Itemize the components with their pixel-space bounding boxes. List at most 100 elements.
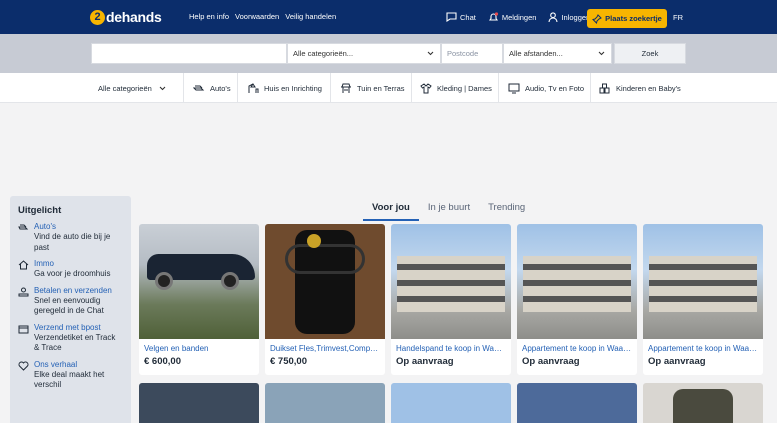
listing-card[interactable]: Velgen en banden € 600,00: [139, 224, 259, 375]
top-header: 2 dehands Help en info Voorwaarden Veili…: [0, 0, 777, 34]
listing-card-partial[interactable]: [265, 383, 385, 423]
sidebar-desc: Elke deal maakt het: [34, 369, 105, 379]
search-input[interactable]: [91, 43, 287, 64]
category-home-label: Huis en Inrichting: [264, 83, 322, 93]
listing-price: Op aanvraag: [648, 356, 706, 367]
sidebar-item-story[interactable]: Ons verhaal Elke deal maakt het verschil: [18, 360, 123, 391]
sidebar-desc: verschil: [34, 380, 62, 389]
car-icon: [18, 224, 29, 230]
listing-price: Op aanvraag: [396, 356, 454, 367]
chat-link[interactable]: Chat: [446, 9, 476, 25]
postcode-input[interactable]: Postcode: [441, 43, 503, 64]
category-audio[interactable]: Audio, Tv en Foto: [499, 73, 591, 103]
distance-select[interactable]: Alle afstanden...: [503, 43, 612, 64]
user-nav: Chat Meldingen Inloggen: [446, 9, 602, 25]
nav-help[interactable]: Help en info: [189, 12, 229, 21]
heart-icon: [18, 361, 29, 371]
listing-price: € 600,00: [144, 356, 181, 367]
listing-image: [517, 224, 637, 339]
tab-nearby[interactable]: In je buurt: [419, 202, 479, 221]
bell-icon: [488, 11, 498, 21]
search-button[interactable]: Zoek: [614, 43, 686, 64]
category-cars[interactable]: Auto's: [184, 73, 238, 103]
language-switch[interactable]: FR: [673, 13, 683, 22]
sidebar-desc: geregeld in de Chat: [34, 306, 104, 315]
sidebar-item-cars[interactable]: Auto's Vind de auto die bij je past: [18, 222, 123, 253]
chevron-down-icon: [598, 51, 605, 56]
listing-card-partial[interactable]: [643, 383, 763, 423]
listing-price: € 750,00: [270, 356, 307, 367]
sidebar-desc: Ga voor je droomhuis: [34, 269, 111, 278]
category-home[interactable]: Huis en Inrichting: [238, 73, 331, 103]
listing-title: Duikset Fles,Trimvest,Computer,...: [270, 344, 385, 353]
listing-card[interactable]: Appartement te koop in Waasmunster Op aa…: [517, 224, 637, 375]
category-select[interactable]: Alle categorieën...: [287, 43, 441, 64]
sidebar-desc: & Trace: [34, 343, 62, 352]
nav-terms[interactable]: Voorwaarden: [235, 12, 279, 21]
featured-sidebar: Uitgelicht Auto's Vind de auto die bij j…: [10, 196, 131, 423]
logo-text: dehands: [106, 9, 162, 25]
sidebar-desc: past: [34, 242, 50, 252]
category-bar: Alle categorieën Auto's Huis en Inrichti…: [0, 73, 777, 103]
category-select-value: Alle categorieën...: [293, 49, 354, 58]
category-cars-label: Auto's: [210, 83, 231, 93]
sidebar-item-immo[interactable]: Immo Ga voor je droomhuis: [18, 259, 123, 280]
chat-icon: [446, 12, 457, 22]
listing-image: [265, 224, 385, 339]
category-garden-label: Tuin en Terras: [357, 83, 405, 93]
category-fashion[interactable]: Kleding | Dames: [412, 73, 499, 103]
sidebar-link-story[interactable]: Ons verhaal: [34, 360, 104, 370]
listing-image: [391, 224, 511, 339]
chevron-down-icon: [159, 86, 166, 91]
category-kids[interactable]: Kinderen en Baby's: [591, 73, 691, 103]
sidebar-link-immo[interactable]: Immo: [34, 259, 110, 269]
category-fashion-label: Kleding | Dames: [437, 83, 492, 93]
sidebar-link-bpost[interactable]: Verzend met bpost: [34, 323, 115, 333]
sidebar-desc: Vind de auto die bij je: [34, 232, 111, 241]
login-label: Inloggen: [561, 12, 591, 22]
sidebar-item-bpost[interactable]: Verzend met bpost Verzendetiket en Track…: [18, 323, 123, 354]
place-ad-button[interactable]: Plaats zoekertje: [587, 9, 667, 28]
sidebar-title: Uitgelicht: [18, 205, 62, 216]
sidebar-link-cars[interactable]: Auto's: [34, 222, 110, 232]
logo[interactable]: 2 dehands: [90, 8, 162, 26]
pin-icon: [592, 13, 602, 24]
tv-icon: [508, 83, 520, 93]
user-icon: [548, 11, 559, 22]
house-icon: [18, 260, 29, 270]
listing-image: [139, 224, 259, 339]
listing-price: Op aanvraag: [522, 356, 580, 367]
tab-for-you[interactable]: Voor jou: [363, 202, 419, 221]
garden-icon: [341, 83, 351, 93]
shipping-icon: [18, 325, 29, 333]
listing-card-partial[interactable]: [139, 383, 259, 423]
listing-card-partial[interactable]: [391, 383, 511, 423]
top-nav: Help en info Voorwaarden Veilig handelen: [189, 12, 336, 21]
payment-icon: [18, 287, 29, 296]
nav-safe-trading[interactable]: Veilig handelen: [285, 12, 336, 21]
category-garden[interactable]: Tuin en Terras: [331, 73, 412, 103]
chevron-down-icon: [427, 51, 434, 56]
notifications-link[interactable]: Meldingen: [488, 9, 537, 25]
category-kids-label: Kinderen en Baby's: [616, 83, 681, 93]
listing-card[interactable]: Duikset Fles,Trimvest,Computer,... € 750…: [265, 224, 385, 375]
listing-card[interactable]: Handelspand te koop in Waasmunster Op aa…: [391, 224, 511, 375]
logo-mark: 2: [90, 9, 105, 25]
tab-trending[interactable]: Trending: [479, 202, 534, 221]
notifications-label: Meldingen: [501, 12, 537, 22]
sidebar-item-payment[interactable]: Betalen en verzenden Snel en eenvoudig g…: [18, 286, 123, 317]
listing-card-partial[interactable]: [517, 383, 637, 423]
category-all[interactable]: Alle categorieën: [90, 73, 184, 103]
listing-title: Appartement te koop in Waasmunster: [522, 344, 637, 353]
place-ad-label: Plaats zoekertje: [605, 14, 662, 23]
listing-card[interactable]: Appartement te koop in Waasmunster Op aa…: [643, 224, 763, 375]
car-icon: [193, 85, 205, 91]
blocks-icon: [599, 83, 610, 93]
listing-title: Velgen en banden: [144, 344, 209, 353]
search-bar: Alle categorieën... Postcode Alle afstan…: [0, 34, 777, 73]
login-link[interactable]: Inloggen: [548, 9, 590, 25]
listing-image: [643, 224, 763, 339]
category-all-label: Alle categorieën: [98, 83, 152, 93]
sidebar-link-payment[interactable]: Betalen en verzenden: [34, 286, 112, 296]
listing-title: Appartement te koop in Waasmunster: [648, 344, 763, 353]
